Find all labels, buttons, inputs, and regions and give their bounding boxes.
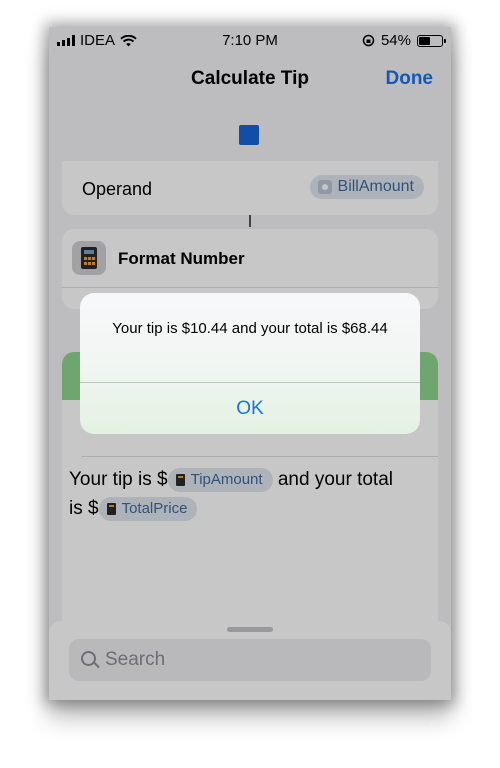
phone-screen: IDEA 7:10 PM 54% Calculate Tip Done Oper…	[49, 27, 451, 700]
alert-dialog-message: Your tip is $10.44 and your total is $68…	[112, 320, 388, 337]
ok-button[interactable]: OK	[80, 383, 420, 434]
alert-dialog: Your tip is $10.44 and your total is $68…	[80, 293, 420, 434]
